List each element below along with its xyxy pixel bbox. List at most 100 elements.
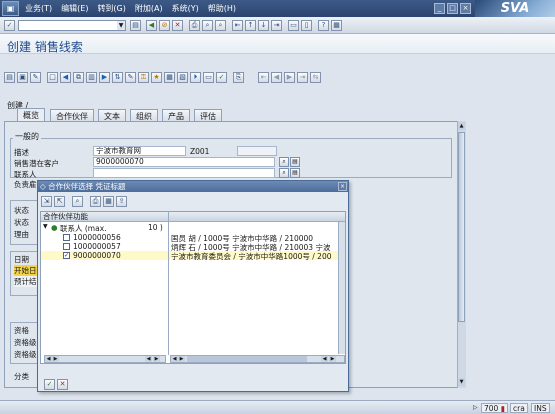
prev-item-icon[interactable]: ◀ <box>271 72 282 83</box>
row-checkbox[interactable] <box>63 234 70 241</box>
details-icon[interactable]: ✓ <box>216 72 227 83</box>
first-item-icon[interactable]: ⇤ <box>258 72 269 83</box>
print-icon[interactable]: ⎙ <box>189 20 200 31</box>
other-document-icon[interactable]: ▣ <box>17 72 28 83</box>
exit-icon[interactable]: ⊘ <box>159 20 170 31</box>
scroll-left-icon[interactable]: ◀ <box>45 356 52 362</box>
help-icon[interactable]: ? <box>318 20 329 31</box>
tree-group-contact[interactable]: ▼ ● 联系人 (max. 10 ) <box>41 223 168 233</box>
tab-overview[interactable]: 概览 <box>17 108 45 122</box>
menu-item-business[interactable]: 业务(T) <box>25 3 52 14</box>
save-icon[interactable]: ▤ <box>130 20 141 31</box>
copy-icon[interactable]: ⧉ <box>73 72 84 83</box>
find-binoculars-icon[interactable]: ⌕ <box>72 196 83 207</box>
print-preview-icon[interactable]: ▦ <box>164 72 175 83</box>
scroll-left-icon[interactable]: ◀ <box>171 356 178 362</box>
menu-item-help[interactable]: 帮助(H) <box>208 3 236 14</box>
scroll-up-icon[interactable]: ▲ <box>458 122 465 130</box>
shortcut-icon[interactable]: ▯ <box>301 20 312 31</box>
scrollbar-thumb[interactable] <box>458 132 465 322</box>
contact-details-icon[interactable]: ▤ <box>290 168 300 178</box>
collapse-icon[interactable]: ⇱ <box>54 196 65 207</box>
column-partner-function[interactable]: 合作伙伴功能 <box>43 212 88 222</box>
left-hscroll[interactable]: ◀ ▶ ◀ ▶ <box>44 355 166 363</box>
list-settings-icon[interactable]: ▦ <box>103 196 114 207</box>
attachment-icon[interactable]: ⎘ <box>233 72 244 83</box>
new-icon[interactable]: □ <box>47 72 58 83</box>
dialog-close-icon[interactable]: × <box>338 182 347 191</box>
dialog-toolbar: ⇲ ⇱ ⌕ ⎙ ▦ ⇪ <box>40 195 345 209</box>
find-icon[interactable]: ⌕ <box>202 20 213 31</box>
row-checkbox-checked[interactable]: ✓ <box>63 252 70 259</box>
new-session-icon[interactable]: ▭ <box>288 20 299 31</box>
tree-row-selected[interactable]: ✓ 9000000070 <box>41 251 168 260</box>
insert-mode[interactable]: INS <box>531 403 550 413</box>
paste-icon[interactable]: ▥ <box>86 72 97 83</box>
contact-field[interactable] <box>93 168 275 178</box>
tree-row[interactable]: 1000000057 <box>41 242 168 251</box>
command-field[interactable] <box>18 20 126 31</box>
display-change-icon[interactable]: ✎ <box>30 72 41 83</box>
description-field[interactable]: 宁波市教育网 <box>93 146 186 156</box>
last-page-icon[interactable]: ⇥ <box>271 20 282 31</box>
minimize-icon[interactable]: _ <box>434 3 445 14</box>
scroll-down-icon[interactable]: ▼ <box>458 378 465 386</box>
last-item-icon[interactable]: ⇥ <box>297 72 308 83</box>
next-page-icon[interactable]: ↓ <box>258 20 269 31</box>
partner-search-icon[interactable]: ⌕ <box>279 157 289 167</box>
expand-icon[interactable]: ⇲ <box>41 196 52 207</box>
hscroll-thumb[interactable] <box>187 356 307 362</box>
document-icon[interactable]: ▤ <box>4 72 15 83</box>
sort-icon[interactable]: ⇅ <box>112 72 123 83</box>
edit-icon[interactable]: ✎ <box>125 72 136 83</box>
scroll-left-icon[interactable]: ◀ <box>321 356 328 362</box>
contact-search-icon[interactable]: ⌕ <box>279 168 289 178</box>
scroll-right-icon[interactable]: ▶ <box>52 356 59 362</box>
close-icon[interactable]: × <box>460 3 471 14</box>
layout-menu-icon[interactable]: ▦ <box>331 20 342 31</box>
cancel-icon[interactable]: ✕ <box>172 20 183 31</box>
back-icon[interactable]: ◀ <box>146 20 157 31</box>
print-list-icon[interactable]: ⎙ <box>90 196 101 207</box>
expand-arrow-icon[interactable]: ▼ <box>43 223 48 230</box>
next-item-icon[interactable]: ▶ <box>284 72 295 83</box>
scroll-right-icon[interactable]: ▶ <box>178 356 185 362</box>
menu-item-edit[interactable]: 编辑(E) <box>61 3 88 14</box>
tree-row[interactable]: 1000000056 <box>41 233 168 242</box>
screen-icon[interactable]: ▭ <box>203 72 214 83</box>
label-expected-end: 预计结 <box>14 276 37 287</box>
label-reason: 理由 <box>14 230 29 239</box>
cross-icon[interactable]: ✕ <box>57 379 68 390</box>
find-next-icon[interactable]: ⌕ <box>215 20 226 31</box>
menu-item-extras[interactable]: 附加(A) <box>135 3 163 14</box>
menu-item-system[interactable]: 系统(Y) <box>172 3 199 14</box>
sap-menu-icon[interactable]: ▣ <box>2 1 19 16</box>
status-expand-icon[interactable]: ▷ <box>473 404 478 411</box>
chevron-down-icon[interactable]: ▼ <box>117 21 125 30</box>
first-page-icon[interactable]: ⇤ <box>232 20 243 31</box>
enter-check-icon[interactable]: ✓ <box>4 20 15 31</box>
partner-id: 1000000056 <box>73 233 121 242</box>
scroll-right-icon[interactable]: ▶ <box>153 356 160 362</box>
favorite-icon[interactable]: ★ <box>151 72 162 83</box>
forward-icon[interactable]: ⏵ <box>190 72 201 83</box>
right-hscroll[interactable]: ◀ ▶ ◀ ▶ <box>170 355 345 363</box>
layout-icon[interactable]: ▧ <box>177 72 188 83</box>
menu-item-goto[interactable]: 转到(G) <box>97 3 125 14</box>
previous-page-icon[interactable]: ↑ <box>245 20 256 31</box>
prospect-field[interactable]: 9000000070 <box>93 157 275 167</box>
navigation-icon[interactable]: ⇆ <box>310 72 321 83</box>
label-category: 分类 <box>14 372 29 381</box>
maximize-icon[interactable]: □ <box>447 3 458 14</box>
export-icon[interactable]: ⇪ <box>116 196 127 207</box>
row-checkbox[interactable] <box>63 243 70 250</box>
lock-icon[interactable]: ⚿ <box>138 72 149 83</box>
list-vertical-scrollbar[interactable] <box>338 222 345 354</box>
arrow-right-icon[interactable]: ▶ <box>99 72 110 83</box>
partner-details-icon[interactable]: ▤ <box>290 157 300 167</box>
arrow-left-icon[interactable]: ◀ <box>60 72 71 83</box>
scroll-left-icon[interactable]: ◀ <box>145 356 152 362</box>
scroll-right-icon[interactable]: ▶ <box>329 356 336 362</box>
check-icon[interactable]: ✓ <box>44 379 55 390</box>
server-indicator-icon: ▮ <box>500 404 505 413</box>
